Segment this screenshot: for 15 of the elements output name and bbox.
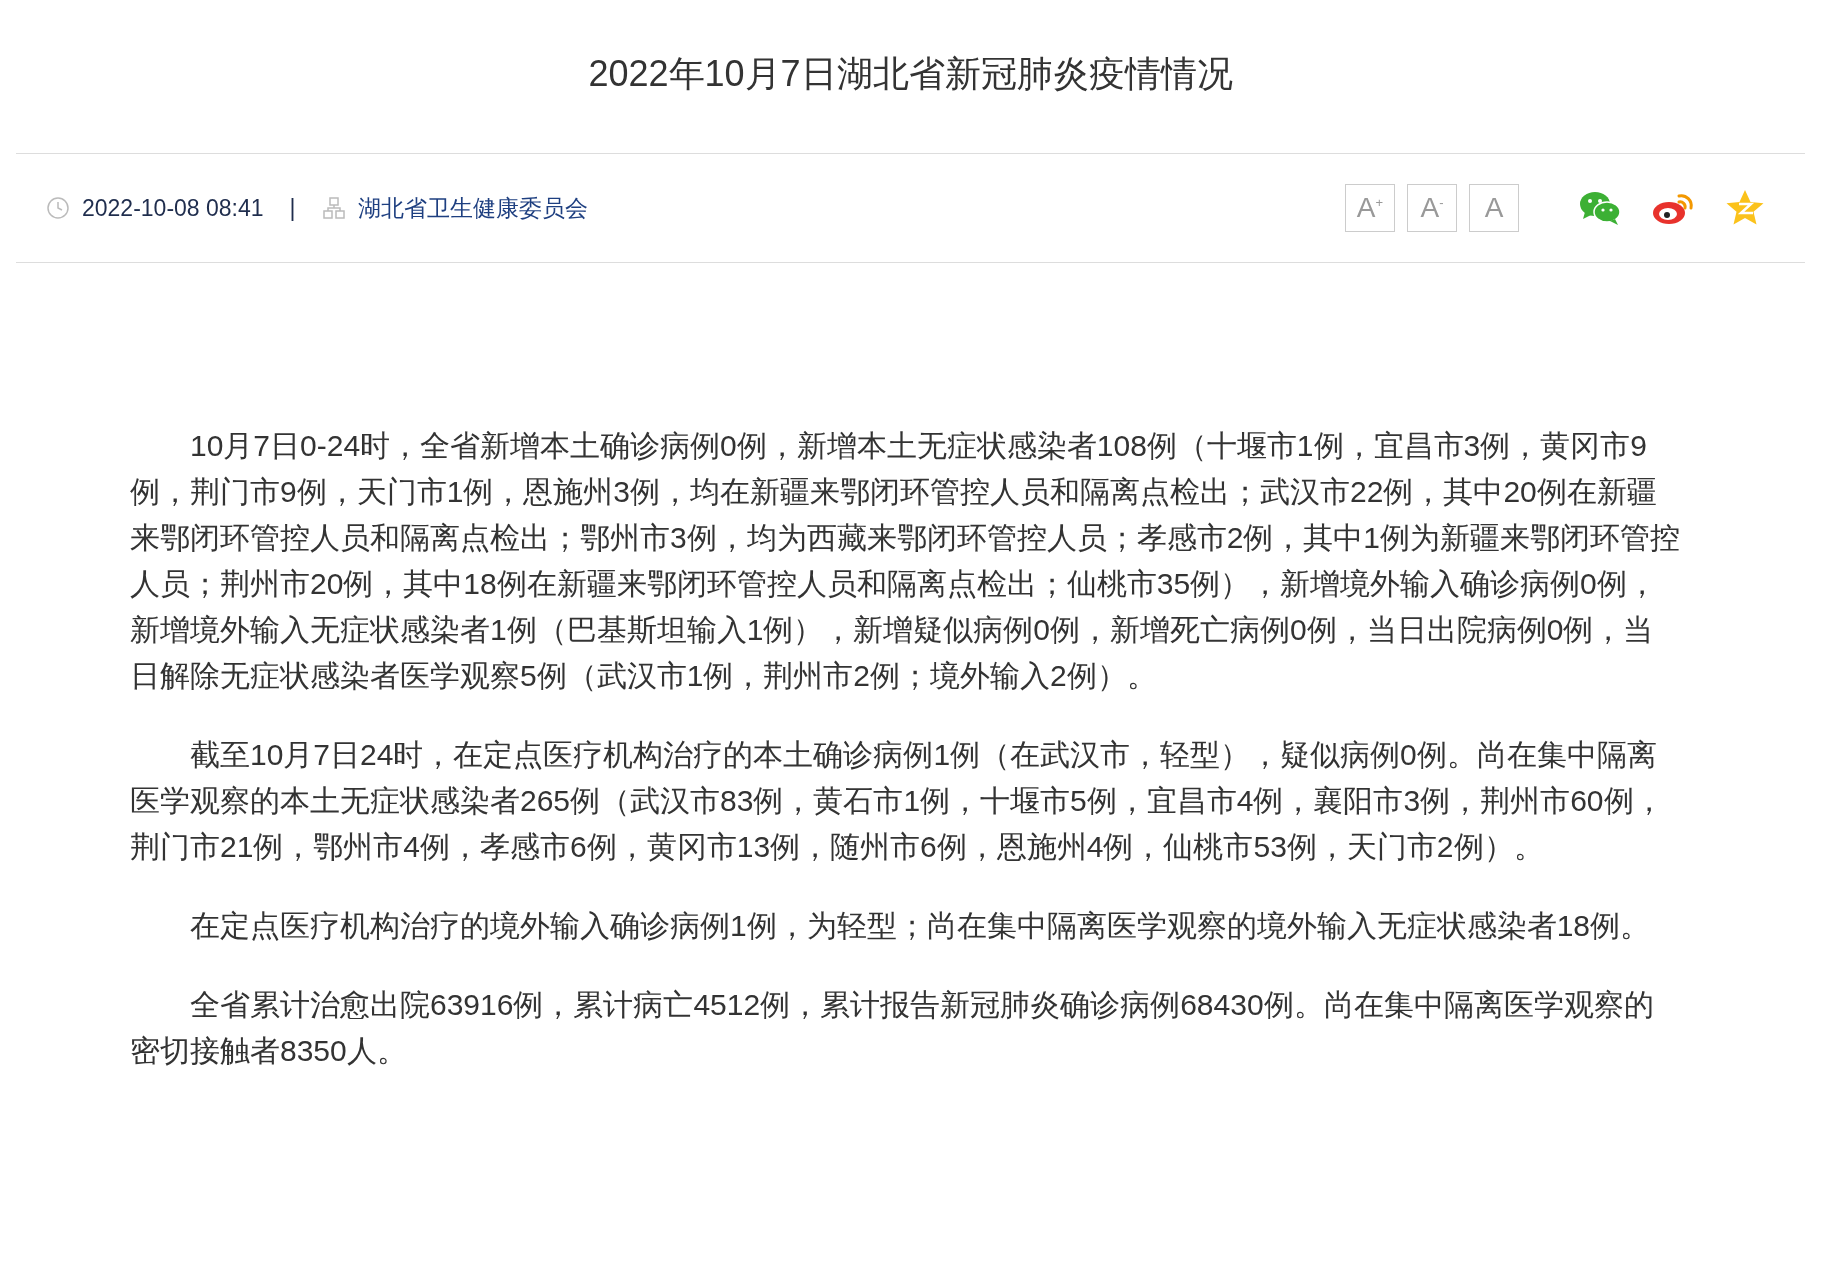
separator: | — [289, 194, 296, 222]
clock-icon — [46, 196, 70, 220]
article-paragraph: 在定点医疗机构治疗的境外输入确诊病例1例，为轻型；尚在集中隔离医学观察的境外输入无症状感染者18例。 — [189, 908, 1652, 944]
source-link[interactable]: 湖北省卫生健康委员会 — [357, 192, 588, 224]
wechat-share-icon[interactable] — [1579, 190, 1621, 226]
font-size-button[interactable]: A — [1469, 184, 1519, 232]
article-paragraph: 全省累计治愈出院63916例，累计病亡4512例，累计报告新冠肺炎确诊病例68430例。尚在集中隔离医学观察的密切接触者8350人。 — [130, 987, 1655, 1069]
font-size-button[interactable]: A$^{-}$ — [1407, 184, 1457, 232]
publish-date: 2022-10-08 08:41 — [82, 194, 264, 222]
hierarchy-icon — [321, 196, 346, 220]
article-paragraph: 10月7日0-24时，全省新增本土确诊病例0例，新增本土无症状感染者108例（十堰市1例，宜昌市3例，黄冈市9例，荆门市9例，天门市1例，恩施州3例，均在新疆来鄂闭环管控人员和隔离点检出；武汉市22例，其中20例在新疆来鄂闭环管控人员和隔离点检出；鄂州市3例，均为西藏来鄂闭环管控人员；孝感市2例，其中1例为新疆来鄂闭环管控人员；荆州市20例，其中18例在新疆来鄂闭环管控人员和隔离点检出；仙桃市35例），新增境外输入确诊病例0例，新增境外输入无症状感染者1例（巴基斯坦输入1例），新增疑似病例0例，新增死亡病例0例，当日出院病例0例，当日解除无症状感染者医学观察5例（武汉市1例，荆州市2例；境外输入2例）。 — [130, 428, 1681, 694]
article-paragraph: 截至10月7日24时，在定点医疗机构治疗的本土确诊病例1例（在武汉市，轻型），疑似病例0例。尚在集中隔离医学观察的本土无症状感染者265例（武汉市83例，黄石市1例，十堰市5例，宜昌市4例，襄阳市3例，荆州市60例，荆门市21例，鄂州市4例，孝感市6例，黄冈市13例，随州市6例，恩施州4例，仙桃市53例，天门市2例）。 — [130, 737, 1665, 865]
star-share-icon[interactable] — [1725, 189, 1765, 227]
article-title: 2022年10月7日湖北省新冠肺炎疫情情况 — [587, 52, 1234, 96]
font-size-button[interactable]: A$^{+}$ — [1345, 184, 1395, 232]
